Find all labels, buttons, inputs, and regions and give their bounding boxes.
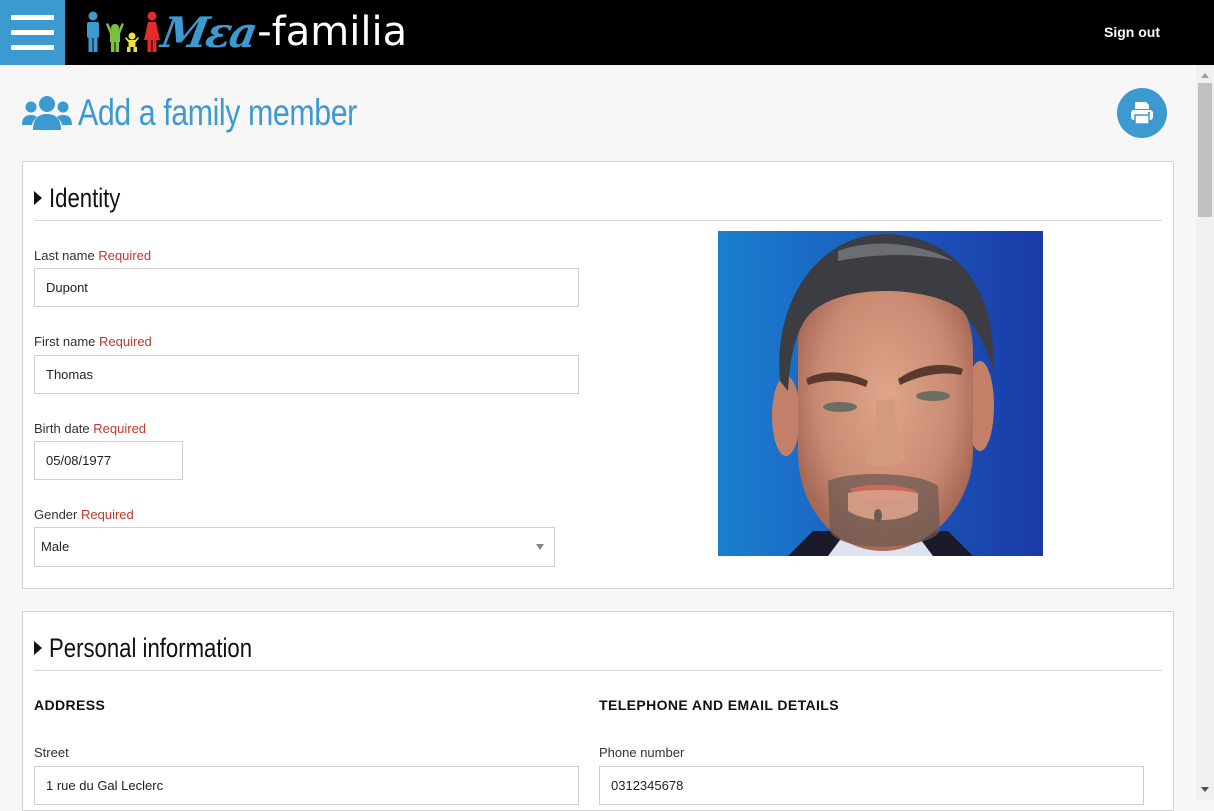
personal-info-panel: Personal information ADDRESS Street 1 ru…: [22, 611, 1174, 811]
caret-right-icon: [34, 641, 42, 655]
gender-label: Gender Required: [34, 507, 134, 522]
chevron-down-icon: [536, 544, 544, 550]
birth-date-input[interactable]: 05/08/1977: [34, 441, 183, 480]
page-header: Add a family member: [22, 92, 418, 134]
last-name-input[interactable]: Dupont: [34, 268, 579, 307]
scroll-down-arrow-icon[interactable]: [1201, 787, 1209, 792]
identity-title: Identity: [49, 182, 121, 213]
scroll-up-arrow-icon[interactable]: [1201, 73, 1209, 78]
gender-select[interactable]: Male: [34, 527, 555, 567]
last-name-label-text: Last name: [34, 248, 95, 263]
contact-heading: TELEPHONE AND EMAIL DETAILS: [599, 697, 839, 713]
birth-date-label-text: Birth date: [34, 421, 90, 436]
hamburger-menu-button[interactable]: [0, 0, 65, 65]
gender-label-text: Gender: [34, 507, 78, 522]
family-figures-icon: [87, 11, 160, 52]
logo-mea-text: Mεa: [157, 7, 260, 57]
top-bar: Mεa -familia Sign out: [0, 0, 1214, 65]
first-name-input[interactable]: Thomas: [34, 355, 579, 394]
scrollbar-thumb[interactable]: [1198, 83, 1212, 217]
required-marker: Required: [93, 421, 147, 436]
personal-info-panel-header[interactable]: Personal information: [34, 626, 1162, 671]
street-input[interactable]: 1 rue du Gal Leclerc: [34, 766, 579, 805]
logo-familia-text: -familia: [257, 9, 408, 55]
hamburger-icon-line: [11, 15, 54, 20]
first-name-label: First name Required: [34, 334, 152, 349]
phone-label: Phone number: [599, 745, 685, 760]
sign-out-link[interactable]: Sign out: [1104, 24, 1160, 40]
first-name-label-text: First name: [34, 334, 96, 349]
app-logo[interactable]: Mεa -familia: [84, 6, 407, 58]
print-button[interactable]: [1117, 88, 1167, 138]
caret-right-icon: [34, 191, 42, 205]
required-marker: Required: [81, 507, 134, 522]
identity-panel: Identity Last name Required Dupont First…: [22, 161, 1174, 589]
required-marker: Required: [99, 334, 152, 349]
street-label: Street: [34, 745, 69, 760]
avatar-portrait-image: [772, 234, 994, 556]
gender-select-value: Male: [41, 539, 70, 554]
required-marker: Required: [98, 248, 152, 263]
birth-date-label: Birth date Required: [34, 421, 146, 436]
users-icon: [22, 96, 72, 130]
page-title: Add a family member: [78, 92, 357, 133]
phone-input[interactable]: 0312345678: [599, 766, 1144, 805]
hamburger-icon-line: [11, 30, 54, 35]
address-heading: ADDRESS: [34, 697, 106, 713]
identity-panel-header[interactable]: Identity: [34, 176, 1162, 221]
vertical-scrollbar[interactable]: [1196, 65, 1214, 800]
last-name-label: Last name Required: [34, 248, 151, 263]
personal-info-title: Personal information: [49, 632, 253, 663]
hamburger-icon-line: [11, 45, 54, 50]
print-icon: [1131, 102, 1153, 125]
avatar-photo[interactable]: [718, 231, 1043, 556]
